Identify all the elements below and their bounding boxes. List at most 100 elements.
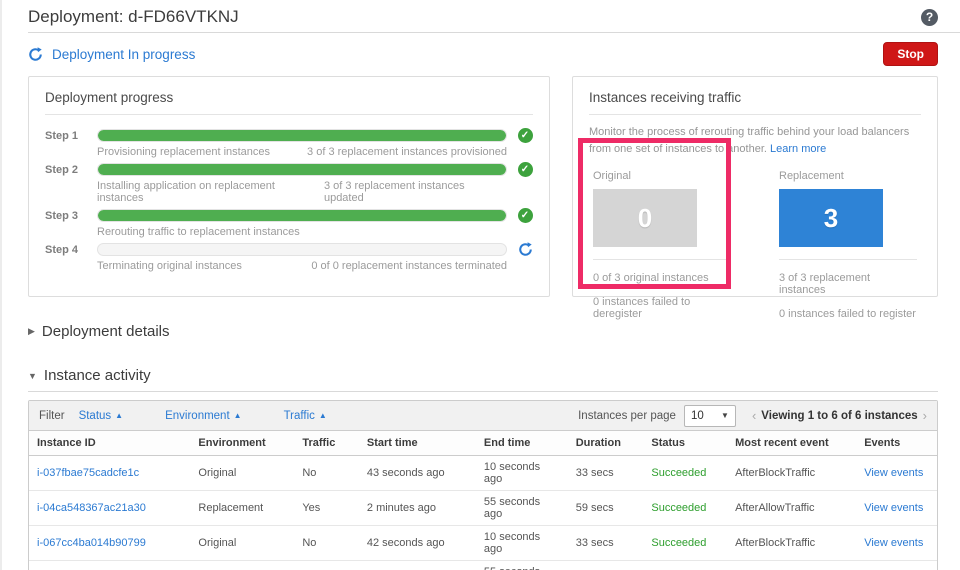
duration-cell: 33 secs: [567, 525, 644, 561]
prev-page-arrow[interactable]: ‹: [752, 408, 756, 423]
chevron-right-icon: ▶: [28, 326, 35, 336]
help-icon[interactable]: ?: [921, 8, 938, 26]
environment-cell: Original: [190, 455, 295, 491]
caret-up-icon: ▲: [115, 411, 124, 420]
instance-activity-toggle[interactable]: ▼ Instance activity: [28, 367, 938, 392]
check-icon: ✓: [517, 208, 533, 223]
instance-id-link[interactable]: i-037fbae75cadcfe1c: [37, 467, 139, 479]
start-time-cell: 42 seconds ago: [358, 525, 476, 561]
status-bar: Deployment In progress Stop: [2, 33, 960, 74]
table-row: i-0801658b236e36bbaReplacementYes2 minut…: [29, 560, 937, 570]
stop-button[interactable]: Stop: [883, 42, 938, 66]
step-description: Installing application on replacement in…: [97, 180, 275, 204]
per-page-label: Instances per page: [578, 409, 676, 422]
start-time-cell: 2 minutes ago: [358, 490, 476, 526]
col-traffic[interactable]: Traffic: [294, 431, 359, 456]
status-cell: Succeeded: [643, 490, 728, 526]
col-start-time[interactable]: Start time: [358, 431, 476, 456]
original-column: Original 0 0 of 3 original instances 0 i…: [593, 170, 731, 320]
deployment-progress-panel: Deployment progress Step 1 ✓ Provisioning …: [28, 76, 550, 297]
replacement-count-box: 3: [779, 189, 883, 248]
col-end-time[interactable]: End time: [475, 431, 568, 456]
instance-id-link[interactable]: i-067cc4ba014b90799: [37, 537, 146, 549]
learn-more-link[interactable]: Learn more: [770, 143, 826, 155]
per-page-value: 10: [690, 409, 704, 422]
progress-bar: [97, 209, 507, 222]
event-cell: AfterAllowTraffic: [727, 490, 857, 526]
deployment-details-toggle[interactable]: ▶ Deployment details: [28, 323, 938, 340]
original-count-box: 0: [593, 189, 697, 248]
col-most-recent-event[interactable]: Most recent event: [727, 431, 857, 456]
next-page-arrow[interactable]: ›: [923, 408, 927, 423]
table-row: i-067cc4ba014b90799 Original No 42 seconds …: [29, 525, 937, 561]
replacement-column: Replacement 3 3 of 3 replacement instanc…: [779, 170, 917, 320]
event-cell: AfterAllowTraffic: [727, 560, 857, 570]
status-cell: Succeeded: [643, 455, 728, 491]
check-icon: ✓: [517, 162, 533, 177]
progress-step: Step 4 Terminating original instances 0 of…: [45, 242, 533, 272]
traffic-cell: Yes: [294, 560, 359, 570]
status-cell: Succeeded: [643, 560, 728, 570]
filter-status-label: Status: [78, 409, 112, 422]
start-time-cell: 43 seconds ago: [358, 455, 476, 491]
replacement-line2: 0 instances failed to register: [779, 308, 916, 321]
step-label: Step 2: [45, 163, 79, 176]
per-page-select[interactable]: 10 ▼: [683, 404, 736, 427]
step-description: Rerouting traffic to replacement instanc…: [97, 226, 300, 238]
filter-traffic[interactable]: Traffic ▲: [284, 410, 327, 422]
col-events[interactable]: Events: [856, 431, 937, 456]
filter-environment-label: Environment: [165, 409, 230, 422]
duration-cell: 33 secs: [567, 455, 644, 491]
check-icon: ✓: [517, 128, 533, 143]
view-events-link[interactable]: View events: [864, 537, 923, 549]
traffic-divider: [779, 259, 917, 261]
step-label: Step 4: [45, 243, 79, 256]
filter-label: Filter: [39, 409, 65, 422]
filter-environment[interactable]: Environment ▲: [165, 410, 241, 422]
status-cell: Succeeded: [643, 525, 728, 561]
traffic-divider: [593, 259, 731, 261]
environment-cell: Replacement: [190, 560, 295, 570]
caret-up-icon: ▲: [318, 411, 327, 420]
progress-step: Step 1 ✓ Provisioning replacement instance…: [45, 128, 533, 158]
pagination: ‹ Viewing 1 to 6 of 6 instances ›: [752, 408, 927, 423]
progress-steps: Step 1 ✓ Provisioning replacement instance…: [29, 115, 549, 272]
paging-text: Viewing 1 to 6 of 6 instances: [761, 409, 918, 422]
chevron-down-icon: ▼: [28, 370, 37, 381]
page-header: Deployment: d-FD66VTKNJ ?: [2, 0, 960, 32]
view-events-link[interactable]: View events: [864, 467, 923, 479]
traffic-cell: No: [294, 455, 359, 491]
instance-id-link[interactable]: i-04ca548367ac21a30: [37, 502, 146, 514]
deployment-details-label: Deployment details: [41, 323, 170, 340]
instances-traffic-panel: Instances receiving traffic Monitor the …: [572, 76, 938, 320]
traffic-description-text: Monitor the process of rerouting traffic…: [589, 126, 910, 156]
replacement-line1: 3 of 3 replacement instances: [779, 272, 871, 297]
end-time-cell: 10 seconds ago: [475, 455, 568, 491]
progress-bar: [97, 163, 507, 176]
traffic-cell: No: [294, 525, 359, 561]
col-environment[interactable]: Environment: [190, 431, 295, 456]
progress-step: Step 3 ✓ Rerouting traffic to replacement …: [45, 208, 533, 238]
filter-status[interactable]: Status ▲: [79, 410, 124, 422]
caret-up-icon: ▲: [233, 411, 242, 420]
refresh-icon[interactable]: [28, 46, 43, 62]
view-events-link[interactable]: View events: [864, 502, 923, 514]
duration-cell: 59 secs: [567, 560, 644, 570]
step-description: Terminating original instances: [97, 260, 242, 272]
col-duration[interactable]: Duration: [567, 431, 644, 456]
table-header-row: Instance ID Environment Traffic Start ti…: [29, 431, 937, 456]
environment-cell: Replacement: [190, 490, 295, 526]
progress-bar: [97, 129, 507, 142]
col-status[interactable]: Status: [643, 431, 728, 456]
event-cell: AfterBlockTraffic: [727, 525, 857, 561]
end-time-cell: 10 seconds ago: [475, 525, 568, 561]
col-instance-id[interactable]: Instance ID: [29, 431, 191, 456]
panels-row: Deployment progress Step 1 ✓ Provisioning …: [2, 74, 960, 320]
step-label: Step 1: [45, 129, 79, 142]
step-detail: 3 of 3 replacement instances provisioned: [307, 146, 507, 158]
end-time-cell: 55 seconds ago: [475, 490, 568, 526]
table-row: i-037fbae75cadcfe1c Original No 43 seconds …: [29, 455, 937, 491]
start-time-cell: 2 minutes ago: [358, 560, 476, 570]
table-row: i-04ca548367ac21a30 Replacement Yes 2 minut…: [29, 490, 937, 526]
instance-activity-table: Filter Status ▲ Environment ▲ Traffic ▲ …: [28, 400, 938, 570]
